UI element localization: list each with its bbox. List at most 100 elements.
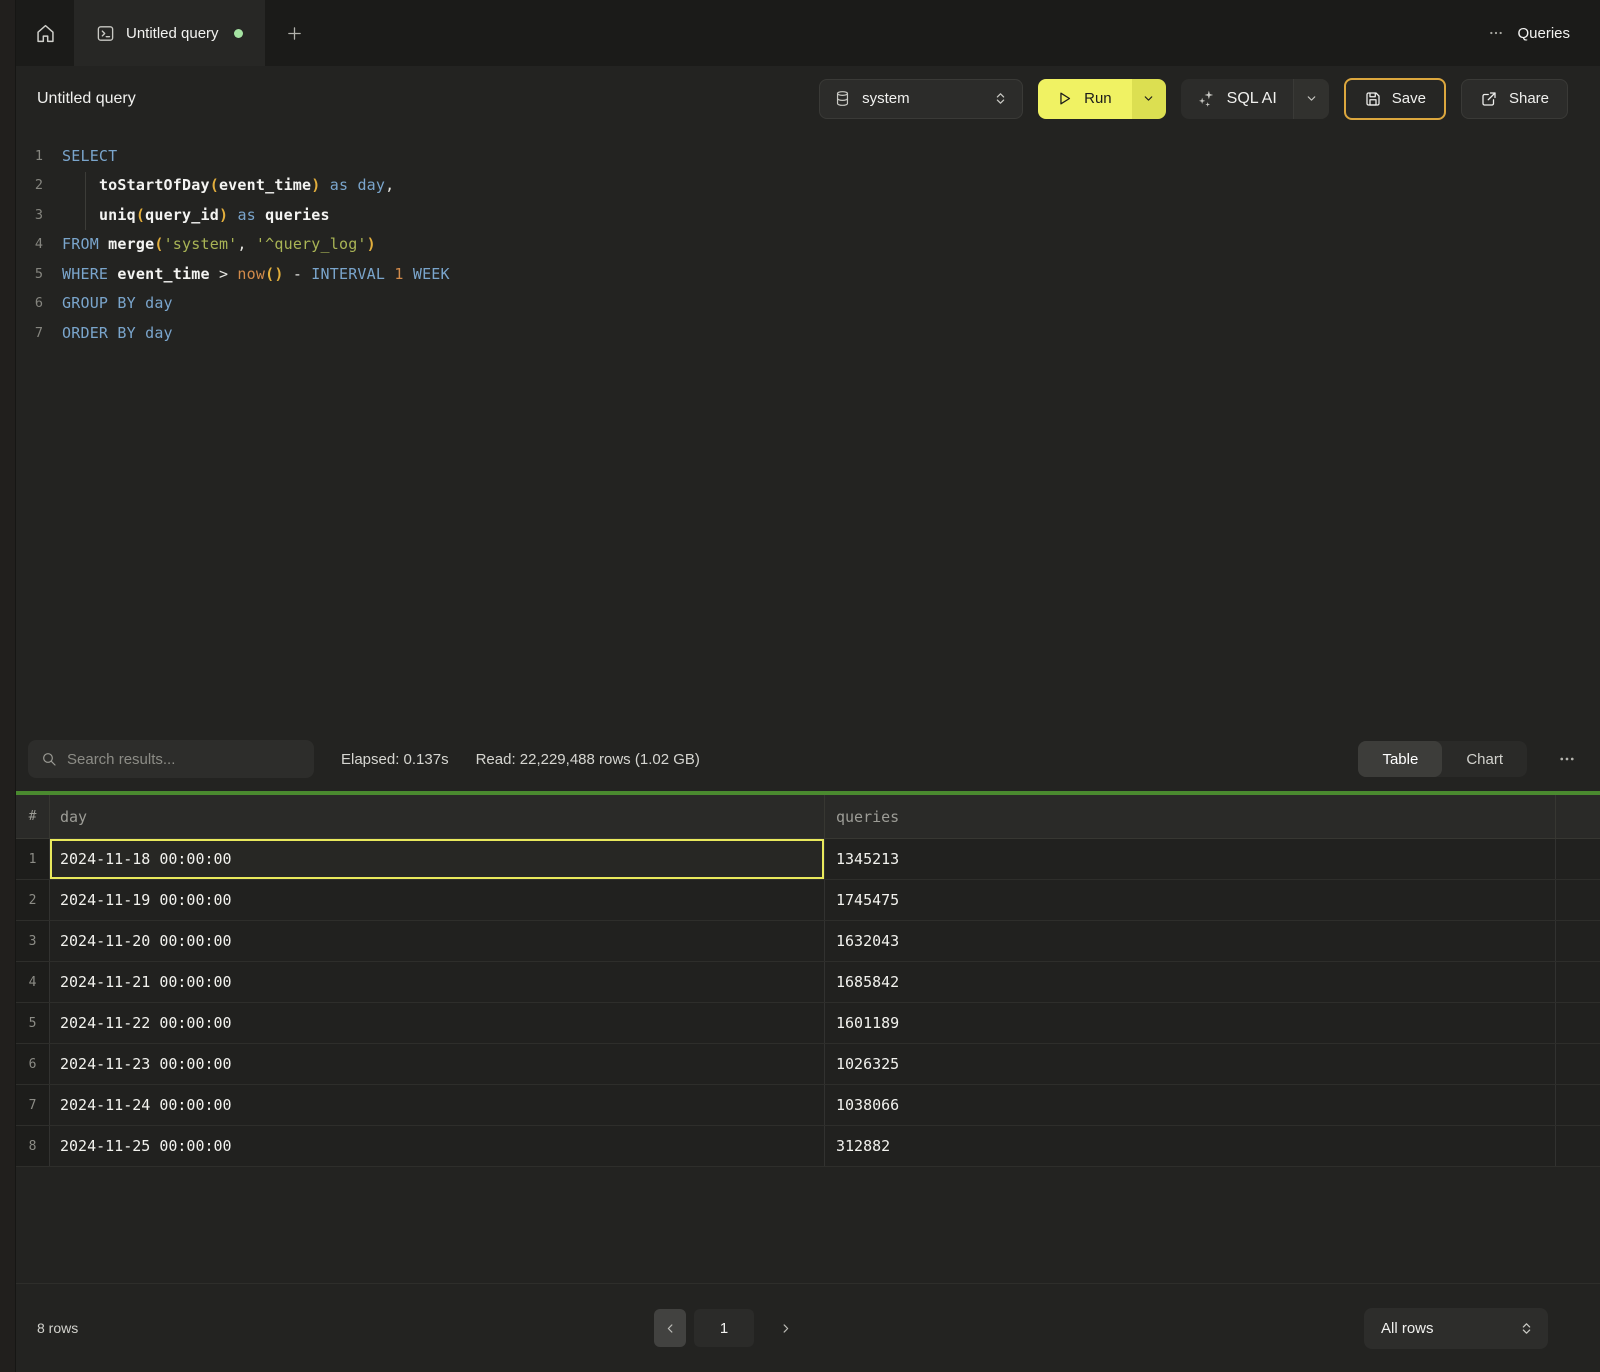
sql-editor[interactable]: 1SELECT2 toStartOfDay(event_time) as day… xyxy=(16,131,1600,727)
sparkles-icon xyxy=(1197,89,1216,108)
page-title: Untitled query xyxy=(37,90,136,108)
row-number[interactable]: 3 xyxy=(16,921,50,961)
table-row: 12024-11-18 00:00:001345213 xyxy=(16,839,1600,880)
view-tab-table[interactable]: Table xyxy=(1358,741,1442,777)
home-icon xyxy=(35,23,56,44)
sql-ai-button[interactable]: SQL AI xyxy=(1181,79,1293,119)
chevron-left-icon xyxy=(664,1322,677,1335)
code-line[interactable]: 1SELECT xyxy=(16,141,1600,171)
code-token xyxy=(321,176,330,194)
cell-day[interactable]: 2024-11-21 00:00:00 xyxy=(50,962,825,1002)
sql-ai-label: SQL AI xyxy=(1227,90,1277,108)
code-line[interactable]: 5WHERE event_time > now() - INTERVAL 1 W… xyxy=(16,259,1600,289)
save-button[interactable]: Save xyxy=(1344,78,1446,120)
code-text: uniq(query_id) as queries xyxy=(62,206,330,224)
unsaved-dot xyxy=(234,29,243,38)
search-results-box[interactable] xyxy=(28,740,314,778)
prev-page-button[interactable] xyxy=(654,1309,686,1347)
current-page-button[interactable]: 1 xyxy=(694,1309,754,1347)
table-empty-area xyxy=(16,1167,1600,1283)
ellipsis-icon xyxy=(1558,750,1576,768)
cell-queries[interactable]: 1685842 xyxy=(825,962,1556,1002)
next-page-button[interactable] xyxy=(770,1309,800,1347)
row-number[interactable]: 5 xyxy=(16,1003,50,1043)
queries-button[interactable]: Queries xyxy=(1488,0,1570,66)
cell-day[interactable]: 2024-11-24 00:00:00 xyxy=(50,1085,825,1125)
share-label: Share xyxy=(1509,90,1549,107)
cell-day[interactable]: 2024-11-18 00:00:00 xyxy=(50,839,825,879)
column-header-queries[interactable]: queries xyxy=(825,795,1556,838)
share-button[interactable]: Share xyxy=(1461,79,1568,119)
cell-queries[interactable]: 1038066 xyxy=(825,1085,1556,1125)
updown-icon xyxy=(993,91,1008,106)
cell-day[interactable]: 2024-11-22 00:00:00 xyxy=(50,1003,825,1043)
code-line[interactable]: 3 uniq(query_id) as queries xyxy=(16,200,1600,230)
line-number: 3 xyxy=(16,207,62,223)
line-number: 2 xyxy=(16,177,62,193)
cell-queries[interactable]: 1345213 xyxy=(825,839,1556,879)
cell-day[interactable]: 2024-11-25 00:00:00 xyxy=(50,1126,825,1166)
code-token: GROUP BY xyxy=(62,294,136,312)
code-token xyxy=(385,265,394,283)
results-footer: 8 rows 1 All rows xyxy=(16,1283,1600,1372)
main-panel: Untitled query Queries Untitled query xyxy=(16,0,1600,1372)
sql-ai-options-button[interactable] xyxy=(1293,79,1329,119)
code-token: WHERE xyxy=(62,265,108,283)
code-token: WEEK xyxy=(413,265,450,283)
app-window: Untitled query Queries Untitled query xyxy=(0,0,1600,1372)
code-token: queries xyxy=(265,206,330,224)
database-selector[interactable]: system xyxy=(819,79,1023,119)
code-line[interactable]: 4FROM merge('system', '^query_log') xyxy=(16,230,1600,260)
tab-untitled-query[interactable]: Untitled query xyxy=(74,0,265,66)
row-number[interactable]: 4 xyxy=(16,962,50,1002)
page-size-selector[interactable]: All rows xyxy=(1364,1308,1548,1349)
cell-queries[interactable]: 1601189 xyxy=(825,1003,1556,1043)
code-token xyxy=(62,176,99,194)
table-row: 72024-11-24 00:00:001038066 xyxy=(16,1085,1600,1126)
results-more-button[interactable] xyxy=(1554,750,1580,768)
row-number[interactable]: 2 xyxy=(16,880,50,920)
cell-day[interactable]: 2024-11-19 00:00:00 xyxy=(50,880,825,920)
ellipsis-icon xyxy=(1488,25,1504,41)
code-token: merge xyxy=(108,235,154,253)
code-line[interactable]: 2 toStartOfDay(event_time) as day, xyxy=(16,171,1600,201)
code-token: ) xyxy=(367,235,376,253)
query-toolbar: Untitled query system Run xyxy=(16,66,1600,131)
row-number[interactable]: 7 xyxy=(16,1085,50,1125)
code-token: 'system' xyxy=(164,235,238,253)
line-number: 4 xyxy=(16,236,62,252)
code-line[interactable]: 6GROUP BY day xyxy=(16,289,1600,319)
code-token: INTERVAL xyxy=(311,265,385,283)
row-number[interactable]: 1 xyxy=(16,839,50,879)
chevron-right-icon xyxy=(779,1322,792,1335)
plus-icon xyxy=(286,25,303,42)
column-header-day[interactable]: day xyxy=(50,795,825,838)
code-token: ( xyxy=(136,206,145,224)
cell-queries[interactable]: 312882 xyxy=(825,1126,1556,1166)
pagination: 1 xyxy=(654,1309,800,1347)
cell-queries[interactable]: 1026325 xyxy=(825,1044,1556,1084)
new-tab-button[interactable] xyxy=(265,0,325,66)
cell-day[interactable]: 2024-11-20 00:00:00 xyxy=(50,921,825,961)
line-number: 7 xyxy=(16,325,62,341)
row-number[interactable]: 6 xyxy=(16,1044,50,1084)
code-text: WHERE event_time > now() - INTERVAL 1 WE… xyxy=(62,265,450,283)
cell-queries[interactable]: 1745475 xyxy=(825,880,1556,920)
run-button[interactable]: Run xyxy=(1038,79,1132,119)
code-token: FROM xyxy=(62,235,99,253)
page-size-value: All rows xyxy=(1381,1320,1519,1337)
run-options-button[interactable] xyxy=(1132,79,1166,119)
view-tab-chart[interactable]: Chart xyxy=(1442,741,1527,777)
cell-day[interactable]: 2024-11-23 00:00:00 xyxy=(50,1044,825,1084)
table-row: 52024-11-22 00:00:001601189 xyxy=(16,1003,1600,1044)
share-icon xyxy=(1480,90,1498,108)
column-header-num[interactable]: # xyxy=(16,795,50,838)
row-number[interactable]: 8 xyxy=(16,1126,50,1166)
run-label: Run xyxy=(1084,90,1112,107)
code-token: - xyxy=(293,265,302,283)
home-button[interactable] xyxy=(16,0,74,66)
cell-queries[interactable]: 1632043 xyxy=(825,921,1556,961)
code-line[interactable]: 7ORDER BY day xyxy=(16,318,1600,348)
code-token: ( xyxy=(154,235,163,253)
search-results-input[interactable] xyxy=(67,751,301,768)
